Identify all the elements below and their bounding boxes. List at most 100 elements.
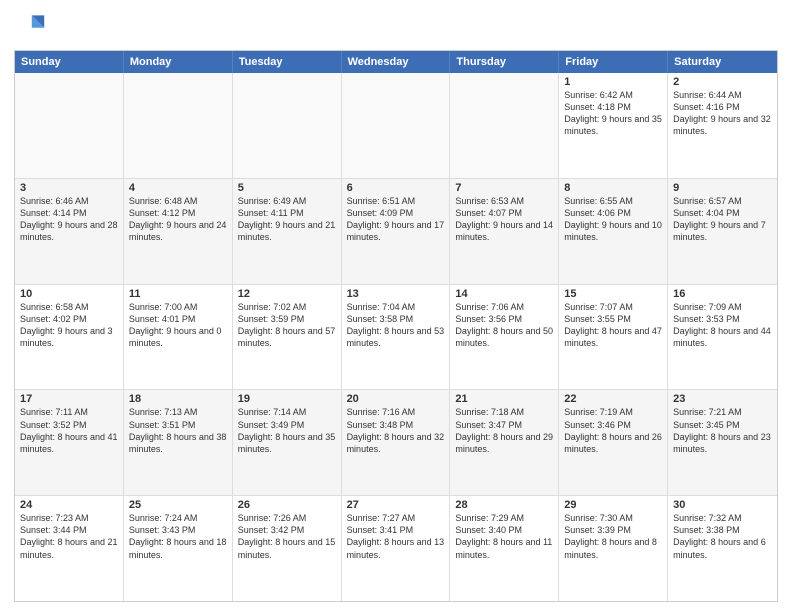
day-number: 1 [564,76,662,88]
day-number: 19 [238,393,336,405]
day-info: Sunrise: 7:32 AM Sunset: 3:38 PM Dayligh… [673,512,772,561]
day-info: Sunrise: 7:06 AM Sunset: 3:56 PM Dayligh… [455,301,553,350]
day-info: Sunrise: 7:19 AM Sunset: 3:46 PM Dayligh… [564,406,662,455]
day-cell-6: 6Sunrise: 6:51 AM Sunset: 4:09 PM Daylig… [342,179,451,284]
calendar-row-3: 10Sunrise: 6:58 AM Sunset: 4:02 PM Dayli… [15,285,777,391]
weekday-header-tuesday: Tuesday [233,51,342,73]
day-cell-19: 19Sunrise: 7:14 AM Sunset: 3:49 PM Dayli… [233,390,342,495]
day-cell-26: 26Sunrise: 7:26 AM Sunset: 3:42 PM Dayli… [233,496,342,601]
day-number: 29 [564,499,662,511]
empty-cell [342,73,451,178]
day-cell-18: 18Sunrise: 7:13 AM Sunset: 3:51 PM Dayli… [124,390,233,495]
empty-cell [450,73,559,178]
day-number: 11 [129,288,227,300]
day-info: Sunrise: 6:48 AM Sunset: 4:12 PM Dayligh… [129,195,227,244]
day-number: 7 [455,182,553,194]
calendar-header: SundayMondayTuesdayWednesdayThursdayFrid… [15,51,777,73]
day-number: 9 [673,182,772,194]
day-cell-28: 28Sunrise: 7:29 AM Sunset: 3:40 PM Dayli… [450,496,559,601]
day-cell-10: 10Sunrise: 6:58 AM Sunset: 4:02 PM Dayli… [15,285,124,390]
day-number: 4 [129,182,227,194]
day-info: Sunrise: 7:27 AM Sunset: 3:41 PM Dayligh… [347,512,445,561]
day-number: 10 [20,288,118,300]
day-number: 23 [673,393,772,405]
day-info: Sunrise: 7:04 AM Sunset: 3:58 PM Dayligh… [347,301,445,350]
day-number: 20 [347,393,445,405]
day-info: Sunrise: 7:16 AM Sunset: 3:48 PM Dayligh… [347,406,445,455]
day-cell-9: 9Sunrise: 6:57 AM Sunset: 4:04 PM Daylig… [668,179,777,284]
day-cell-2: 2Sunrise: 6:44 AM Sunset: 4:16 PM Daylig… [668,73,777,178]
day-info: Sunrise: 7:02 AM Sunset: 3:59 PM Dayligh… [238,301,336,350]
day-number: 6 [347,182,445,194]
day-info: Sunrise: 7:21 AM Sunset: 3:45 PM Dayligh… [673,406,772,455]
day-number: 22 [564,393,662,405]
empty-cell [233,73,342,178]
day-cell-22: 22Sunrise: 7:19 AM Sunset: 3:46 PM Dayli… [559,390,668,495]
weekday-header-monday: Monday [124,51,233,73]
day-number: 25 [129,499,227,511]
logo-icon [14,10,46,42]
day-cell-24: 24Sunrise: 7:23 AM Sunset: 3:44 PM Dayli… [15,496,124,601]
weekday-header-saturday: Saturday [668,51,777,73]
day-number: 16 [673,288,772,300]
day-cell-13: 13Sunrise: 7:04 AM Sunset: 3:58 PM Dayli… [342,285,451,390]
day-cell-23: 23Sunrise: 7:21 AM Sunset: 3:45 PM Dayli… [668,390,777,495]
day-number: 18 [129,393,227,405]
day-cell-21: 21Sunrise: 7:18 AM Sunset: 3:47 PM Dayli… [450,390,559,495]
day-cell-12: 12Sunrise: 7:02 AM Sunset: 3:59 PM Dayli… [233,285,342,390]
day-info: Sunrise: 7:26 AM Sunset: 3:42 PM Dayligh… [238,512,336,561]
header [14,10,778,42]
day-cell-1: 1Sunrise: 6:42 AM Sunset: 4:18 PM Daylig… [559,73,668,178]
day-info: Sunrise: 6:57 AM Sunset: 4:04 PM Dayligh… [673,195,772,244]
day-cell-30: 30Sunrise: 7:32 AM Sunset: 3:38 PM Dayli… [668,496,777,601]
day-cell-15: 15Sunrise: 7:07 AM Sunset: 3:55 PM Dayli… [559,285,668,390]
day-cell-16: 16Sunrise: 7:09 AM Sunset: 3:53 PM Dayli… [668,285,777,390]
day-info: Sunrise: 7:29 AM Sunset: 3:40 PM Dayligh… [455,512,553,561]
empty-cell [15,73,124,178]
day-info: Sunrise: 7:09 AM Sunset: 3:53 PM Dayligh… [673,301,772,350]
page: SundayMondayTuesdayWednesdayThursdayFrid… [0,0,792,612]
day-info: Sunrise: 6:46 AM Sunset: 4:14 PM Dayligh… [20,195,118,244]
day-cell-11: 11Sunrise: 7:00 AM Sunset: 4:01 PM Dayli… [124,285,233,390]
weekday-header-sunday: Sunday [15,51,124,73]
day-cell-5: 5Sunrise: 6:49 AM Sunset: 4:11 PM Daylig… [233,179,342,284]
day-info: Sunrise: 7:24 AM Sunset: 3:43 PM Dayligh… [129,512,227,561]
weekday-header-friday: Friday [559,51,668,73]
day-info: Sunrise: 7:18 AM Sunset: 3:47 PM Dayligh… [455,406,553,455]
day-cell-25: 25Sunrise: 7:24 AM Sunset: 3:43 PM Dayli… [124,496,233,601]
calendar-body: 1Sunrise: 6:42 AM Sunset: 4:18 PM Daylig… [15,73,777,601]
day-info: Sunrise: 7:30 AM Sunset: 3:39 PM Dayligh… [564,512,662,561]
day-number: 27 [347,499,445,511]
day-number: 8 [564,182,662,194]
day-info: Sunrise: 7:07 AM Sunset: 3:55 PM Dayligh… [564,301,662,350]
day-number: 13 [347,288,445,300]
weekday-header-wednesday: Wednesday [342,51,451,73]
day-number: 12 [238,288,336,300]
day-cell-7: 7Sunrise: 6:53 AM Sunset: 4:07 PM Daylig… [450,179,559,284]
weekday-header-thursday: Thursday [450,51,559,73]
day-cell-4: 4Sunrise: 6:48 AM Sunset: 4:12 PM Daylig… [124,179,233,284]
day-info: Sunrise: 6:53 AM Sunset: 4:07 PM Dayligh… [455,195,553,244]
day-number: 15 [564,288,662,300]
day-cell-14: 14Sunrise: 7:06 AM Sunset: 3:56 PM Dayli… [450,285,559,390]
day-cell-29: 29Sunrise: 7:30 AM Sunset: 3:39 PM Dayli… [559,496,668,601]
day-number: 26 [238,499,336,511]
day-info: Sunrise: 6:44 AM Sunset: 4:16 PM Dayligh… [673,89,772,138]
day-number: 2 [673,76,772,88]
calendar-row-5: 24Sunrise: 7:23 AM Sunset: 3:44 PM Dayli… [15,496,777,601]
day-cell-17: 17Sunrise: 7:11 AM Sunset: 3:52 PM Dayli… [15,390,124,495]
day-info: Sunrise: 6:58 AM Sunset: 4:02 PM Dayligh… [20,301,118,350]
logo [14,10,50,42]
day-info: Sunrise: 6:55 AM Sunset: 4:06 PM Dayligh… [564,195,662,244]
day-info: Sunrise: 7:23 AM Sunset: 3:44 PM Dayligh… [20,512,118,561]
day-number: 24 [20,499,118,511]
day-number: 5 [238,182,336,194]
day-info: Sunrise: 7:11 AM Sunset: 3:52 PM Dayligh… [20,406,118,455]
day-cell-3: 3Sunrise: 6:46 AM Sunset: 4:14 PM Daylig… [15,179,124,284]
day-number: 30 [673,499,772,511]
calendar-row-1: 1Sunrise: 6:42 AM Sunset: 4:18 PM Daylig… [15,73,777,179]
day-info: Sunrise: 7:00 AM Sunset: 4:01 PM Dayligh… [129,301,227,350]
calendar-row-4: 17Sunrise: 7:11 AM Sunset: 3:52 PM Dayli… [15,390,777,496]
day-cell-8: 8Sunrise: 6:55 AM Sunset: 4:06 PM Daylig… [559,179,668,284]
day-info: Sunrise: 6:42 AM Sunset: 4:18 PM Dayligh… [564,89,662,138]
